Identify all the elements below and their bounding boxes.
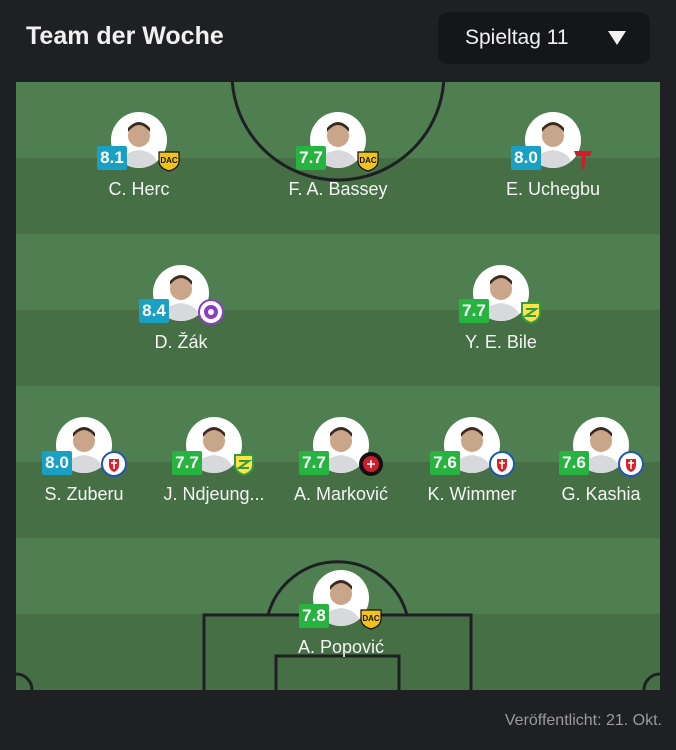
player-rating: 8.0: [511, 146, 541, 170]
svg-text:DAC: DAC: [160, 156, 178, 165]
dropdown-caret-icon: [608, 31, 626, 45]
player-rating: 7.7: [172, 451, 202, 475]
player-name: Y. E. Bile: [465, 332, 537, 352]
published-date: Veröffentlicht: 21. Okt.: [504, 712, 662, 729]
club-badge-icon: [489, 451, 515, 477]
player-name: S. Zuberu: [44, 484, 124, 504]
player-name: D. Žák: [154, 332, 208, 352]
player-name: F. A. Bassey: [288, 179, 388, 199]
player-name: A. Popović: [297, 637, 385, 657]
svg-text:DAC: DAC: [362, 614, 380, 623]
player-name: J. Ndjeung...: [163, 484, 265, 504]
matchday-select-value: Spieltag 11: [465, 26, 569, 49]
page-title: Team der Woche: [26, 22, 224, 50]
club-badge-icon: [358, 451, 384, 477]
player-name: E. Uchegbu: [505, 179, 601, 199]
club-badge-icon: [518, 299, 544, 325]
player-rating: 7.6: [559, 451, 589, 475]
pitch: 8.1 DAC C. Herc 7.7 DAC F. A. Bassey 8.0 E. Uch…: [16, 82, 660, 690]
club-badge-icon: [231, 451, 257, 477]
player-rating: 7.7: [459, 299, 489, 323]
matchday-select[interactable]: Spieltag 11: [438, 12, 650, 64]
player-rating: 8.4: [139, 299, 169, 323]
goal-area: [274, 654, 401, 690]
club-badge-icon: DAC: [358, 604, 384, 630]
player-name: G. Kashia: [561, 484, 641, 504]
player-rating: 7.7: [299, 451, 329, 475]
corner-arc-right: [642, 672, 660, 690]
svg-text:DAC: DAC: [359, 156, 377, 165]
corner-arc-left: [16, 672, 34, 690]
club-badge-icon: DAC: [355, 146, 381, 172]
club-badge-icon: [570, 146, 596, 172]
player-rating: 7.6: [430, 451, 460, 475]
player-rating: 8.1: [97, 146, 127, 170]
club-badge-icon: [198, 299, 224, 325]
player-name: K. Wimmer: [427, 484, 517, 504]
player-name: A. Marković: [293, 484, 389, 504]
player-name: C. Herc: [108, 179, 170, 199]
club-badge-icon: DAC: [156, 146, 182, 172]
club-badge-icon: [101, 451, 127, 477]
player-rating: 7.7: [296, 146, 326, 170]
club-badge-icon: [618, 451, 644, 477]
player-rating: 8.0: [42, 451, 72, 475]
player-rating: 7.8: [299, 604, 329, 628]
